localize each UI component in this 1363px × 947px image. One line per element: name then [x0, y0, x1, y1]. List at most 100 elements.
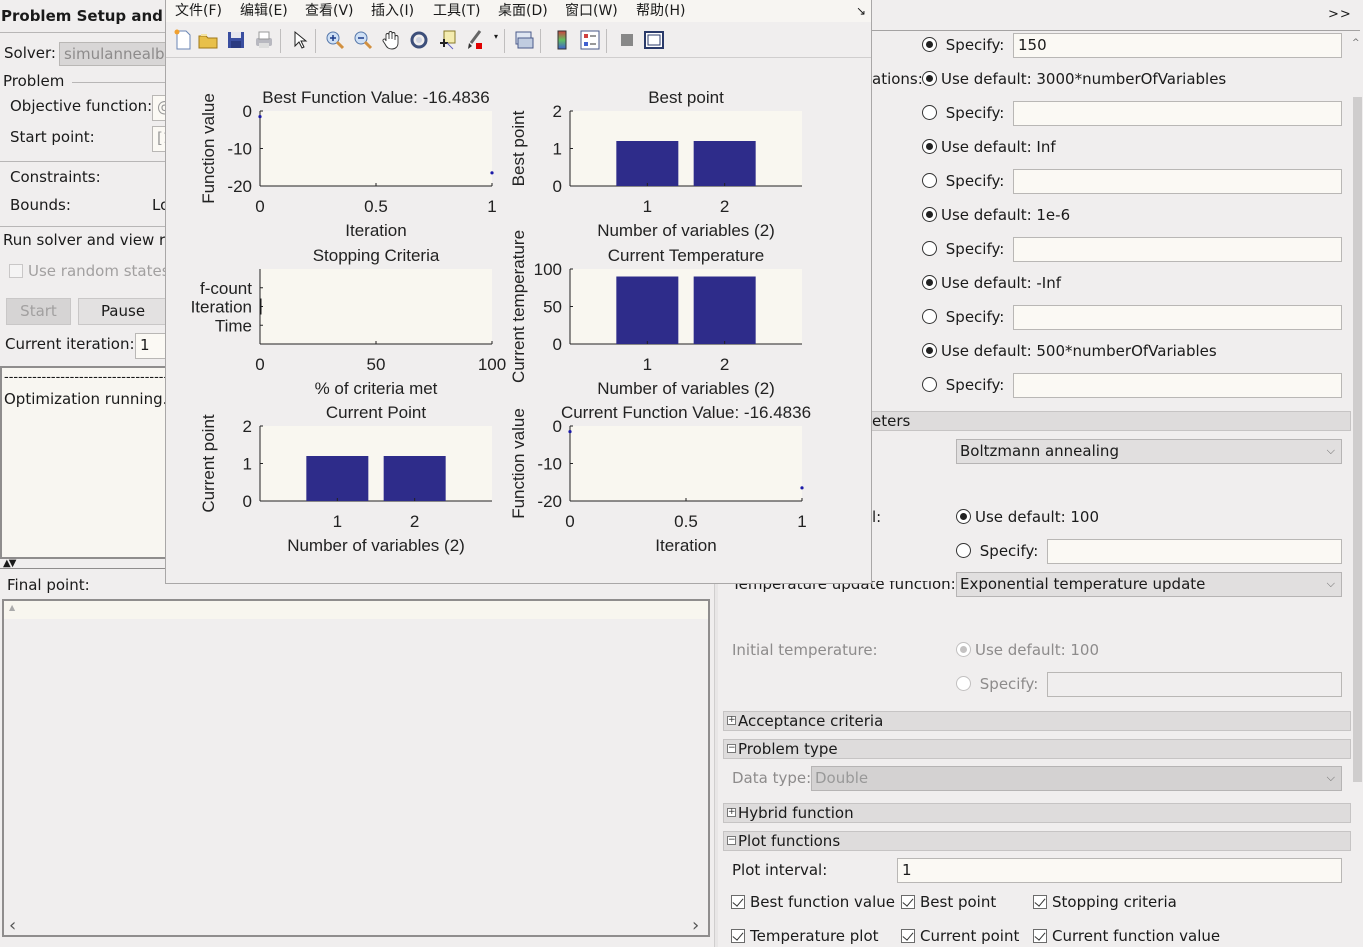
problem-type-header[interactable]: − Problem type: [723, 739, 1351, 759]
time-limit-default-radio[interactable]: Use default: Inf: [922, 136, 1056, 158]
data-cursor-icon[interactable]: [436, 29, 458, 51]
dock-arrow-icon[interactable]: ↘: [856, 0, 866, 22]
link-plot-icon[interactable]: [513, 29, 535, 51]
temperature-update-select[interactable]: Exponential temperature update ⌵: [956, 572, 1342, 597]
radio-button[interactable]: [956, 676, 971, 691]
max-iterations-input[interactable]: 150: [1013, 33, 1342, 58]
menu-insert[interactable]: 插入(I): [371, 0, 414, 22]
collapse-panel-button[interactable]: >>: [1328, 7, 1352, 22]
checkbox-box[interactable]: [731, 895, 745, 909]
objective-limit-input[interactable]: [1013, 305, 1342, 330]
rotate-3d-icon[interactable]: [408, 29, 430, 51]
scrollbar-thumb[interactable]: [1353, 97, 1362, 782]
start-button[interactable]: Start: [6, 298, 71, 325]
stall-iterations-input[interactable]: [1013, 373, 1342, 398]
stall-iterations-specify-radio[interactable]: Specify:: [922, 374, 1004, 396]
menu-desktop[interactable]: 桌面(D): [498, 0, 548, 22]
scroll-right-icon[interactable]: ›: [692, 915, 699, 936]
objective-limit-specify-radio[interactable]: Specify:: [922, 306, 1004, 328]
current-function-value-checkbox[interactable]: Current function value: [1033, 925, 1220, 947]
open-file-icon[interactable]: [197, 29, 219, 51]
objective-limit-default-radio[interactable]: Use default: -Inf: [922, 272, 1061, 294]
radio-button[interactable]: [922, 207, 937, 222]
zoom-in-icon[interactable]: [324, 29, 346, 51]
radio-button[interactable]: [922, 37, 937, 52]
function-tolerance-default-radio[interactable]: Use default: 1e-6: [922, 204, 1070, 226]
radio-button[interactable]: [922, 105, 937, 120]
checkbox-box[interactable]: [9, 264, 23, 278]
menu-edit[interactable]: 编辑(E): [240, 0, 288, 22]
radio-button[interactable]: [922, 71, 937, 86]
reannealing-input[interactable]: [1047, 539, 1342, 564]
collapse-icon[interactable]: −: [727, 836, 736, 845]
function-tolerance-input[interactable]: [1013, 237, 1342, 262]
show-plot-tools-icon[interactable]: [643, 29, 665, 51]
initial-temperature-specify-radio[interactable]: Specify:: [956, 673, 1038, 695]
initial-temperature-input[interactable]: [1047, 672, 1342, 697]
brush-dropdown-icon[interactable]: ▾: [494, 32, 498, 41]
stall-iterations-default-radio[interactable]: Use default: 500*numberOfVariables: [922, 340, 1217, 362]
annealing-function-select[interactable]: Boltzmann annealing ⌵: [956, 439, 1342, 464]
expand-icon[interactable]: +: [727, 716, 736, 725]
colorbar-icon[interactable]: [551, 29, 573, 51]
vertical-scrollbar[interactable]: ^: [1352, 32, 1363, 947]
radio-button[interactable]: [956, 642, 971, 657]
best-point-checkbox[interactable]: Best point: [901, 891, 996, 913]
print-icon[interactable]: [253, 29, 275, 51]
acceptance-criteria-header[interactable]: + Acceptance criteria: [723, 711, 1351, 731]
splitter-arrows-icon[interactable]: ▲▼: [3, 559, 16, 569]
scroll-left-icon[interactable]: ‹: [9, 915, 16, 936]
checkbox-box[interactable]: [1033, 895, 1047, 909]
menu-file[interactable]: 文件(F): [175, 0, 222, 22]
temperature-plot-checkbox[interactable]: Temperature plot: [731, 925, 879, 947]
final-point-table[interactable]: ▲ ‹ ›: [2, 599, 710, 937]
max-fevals-specify-radio[interactable]: Specify:: [922, 102, 1004, 124]
initial-temperature-default-radio[interactable]: Use default: 100: [956, 639, 1099, 661]
max-fevals-default-radio[interactable]: Use default: 3000*numberOfVariables: [922, 68, 1226, 90]
radio-button[interactable]: [922, 377, 937, 392]
best-function-value-checkbox[interactable]: Best function value: [731, 891, 895, 913]
sort-arrow-icon[interactable]: ▲: [9, 603, 15, 612]
collapse-icon[interactable]: −: [727, 744, 736, 753]
scroll-up-icon[interactable]: ^: [1352, 38, 1360, 48]
menu-window[interactable]: 窗口(W): [565, 0, 618, 22]
plot-functions-header[interactable]: − Plot functions: [723, 831, 1351, 851]
plot-interval-input[interactable]: 1: [897, 858, 1342, 883]
time-limit-input[interactable]: [1013, 169, 1342, 194]
radio-button[interactable]: [922, 309, 937, 324]
pan-hand-icon[interactable]: [380, 29, 402, 51]
pause-button[interactable]: Pause: [78, 298, 168, 325]
checkbox-box[interactable]: [731, 929, 745, 943]
data-type-select[interactable]: Double ⌵: [811, 766, 1342, 791]
hide-plot-tools-icon[interactable]: [616, 29, 638, 51]
stopping-criteria-checkbox[interactable]: Stopping criteria: [1033, 891, 1177, 913]
radio-button[interactable]: [922, 139, 937, 154]
legend-icon[interactable]: [579, 29, 601, 51]
radio-button[interactable]: [922, 275, 937, 290]
reannealing-default-radio[interactable]: Use default: 100: [956, 506, 1099, 528]
radio-button[interactable]: [922, 343, 937, 358]
menu-view[interactable]: 查看(V): [305, 0, 354, 22]
zoom-out-icon[interactable]: [352, 29, 374, 51]
time-limit-specify-radio[interactable]: Specify:: [922, 170, 1004, 192]
reannealing-specify-radio[interactable]: Specify:: [956, 540, 1038, 562]
checkbox-box[interactable]: [901, 895, 915, 909]
solver-select[interactable]: simulannealbnd: [59, 42, 179, 66]
function-tolerance-specify-radio[interactable]: Specify:: [922, 238, 1004, 260]
checkbox-box[interactable]: [901, 929, 915, 943]
status-output-area[interactable]: -------------------------------------- O…: [0, 366, 172, 559]
new-figure-icon[interactable]: [172, 29, 194, 51]
menu-help[interactable]: 帮助(H): [636, 0, 685, 22]
max-fevals-input[interactable]: [1013, 101, 1342, 126]
max-iterations-specify-radio[interactable]: Specify:: [922, 34, 1004, 56]
radio-button[interactable]: [922, 241, 937, 256]
checkbox-box[interactable]: [1033, 929, 1047, 943]
radio-button[interactable]: [956, 509, 971, 524]
save-icon[interactable]: [225, 29, 247, 51]
current-point-checkbox[interactable]: Current point: [901, 925, 1019, 947]
hybrid-function-header[interactable]: + Hybrid function: [723, 803, 1351, 823]
radio-button[interactable]: [922, 173, 937, 188]
pointer-icon[interactable]: [289, 29, 311, 51]
expand-icon[interactable]: +: [727, 808, 736, 817]
radio-button[interactable]: [956, 543, 971, 558]
